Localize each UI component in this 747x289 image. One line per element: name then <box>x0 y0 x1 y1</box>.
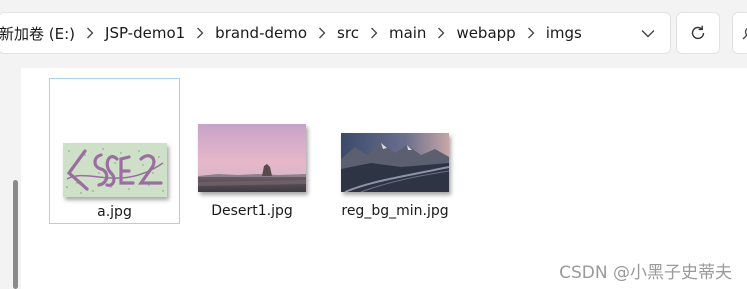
breadcrumb-item-brand-demo[interactable]: brand-demo <box>211 24 311 42</box>
refresh-button[interactable] <box>676 12 720 54</box>
breadcrumb: 新加卷 (E:) JSP-demo1 brand-demo src main w… <box>0 13 586 53</box>
breadcrumb-item-webapp[interactable]: webapp <box>452 24 519 42</box>
chevron-right-icon[interactable] <box>189 13 211 53</box>
chevron-right-icon[interactable] <box>311 13 333 53</box>
refresh-icon <box>691 25 705 40</box>
file-thumbnail <box>341 133 449 192</box>
file-item-desert1-jpg[interactable]: Desert1.jpg <box>186 78 318 224</box>
file-name: Desert1.jpg <box>211 203 293 219</box>
breadcrumb-item-jsp-demo1[interactable]: JSP-demo1 <box>101 24 189 42</box>
chevron-right-icon[interactable] <box>520 13 542 53</box>
file-thumbnail <box>198 124 306 192</box>
file-thumbnail <box>62 143 167 197</box>
file-name: a.jpg <box>97 204 132 220</box>
scrollbar-thumb[interactable] <box>13 180 18 289</box>
navigation-bar: 新加卷 (E:) JSP-demo1 brand-demo src main w… <box>0 0 747 68</box>
search-box[interactable] <box>732 12 747 54</box>
chevron-down-icon <box>641 29 655 37</box>
breadcrumb-item-imgs[interactable]: imgs <box>542 24 586 42</box>
chevron-right-icon[interactable] <box>363 13 385 53</box>
chevron-right-icon[interactable] <box>430 13 452 53</box>
file-name: reg_bg_min.jpg <box>341 203 449 219</box>
file-item-reg-bg-min-jpg[interactable]: reg_bg_min.jpg <box>326 78 464 224</box>
breadcrumb-item-drive[interactable]: 新加卷 (E:) <box>0 23 79 44</box>
navigation-pane-edge <box>0 68 21 289</box>
address-bar[interactable]: 新加卷 (E:) JSP-demo1 brand-demo src main w… <box>0 12 671 54</box>
breadcrumb-item-src[interactable]: src <box>333 24 363 42</box>
search-icon <box>742 27 747 40</box>
recent-locations-button[interactable] <box>626 13 670 53</box>
chevron-right-icon[interactable] <box>79 13 101 53</box>
file-view[interactable]: a.jpg Desert1.jpg reg_bg_min.jpg CSDN @小… <box>0 68 747 289</box>
breadcrumb-item-main[interactable]: main <box>385 24 430 42</box>
watermark-text: CSDN @小黑子史蒂夫 <box>559 263 732 283</box>
file-item-a-jpg[interactable]: a.jpg <box>49 78 180 224</box>
